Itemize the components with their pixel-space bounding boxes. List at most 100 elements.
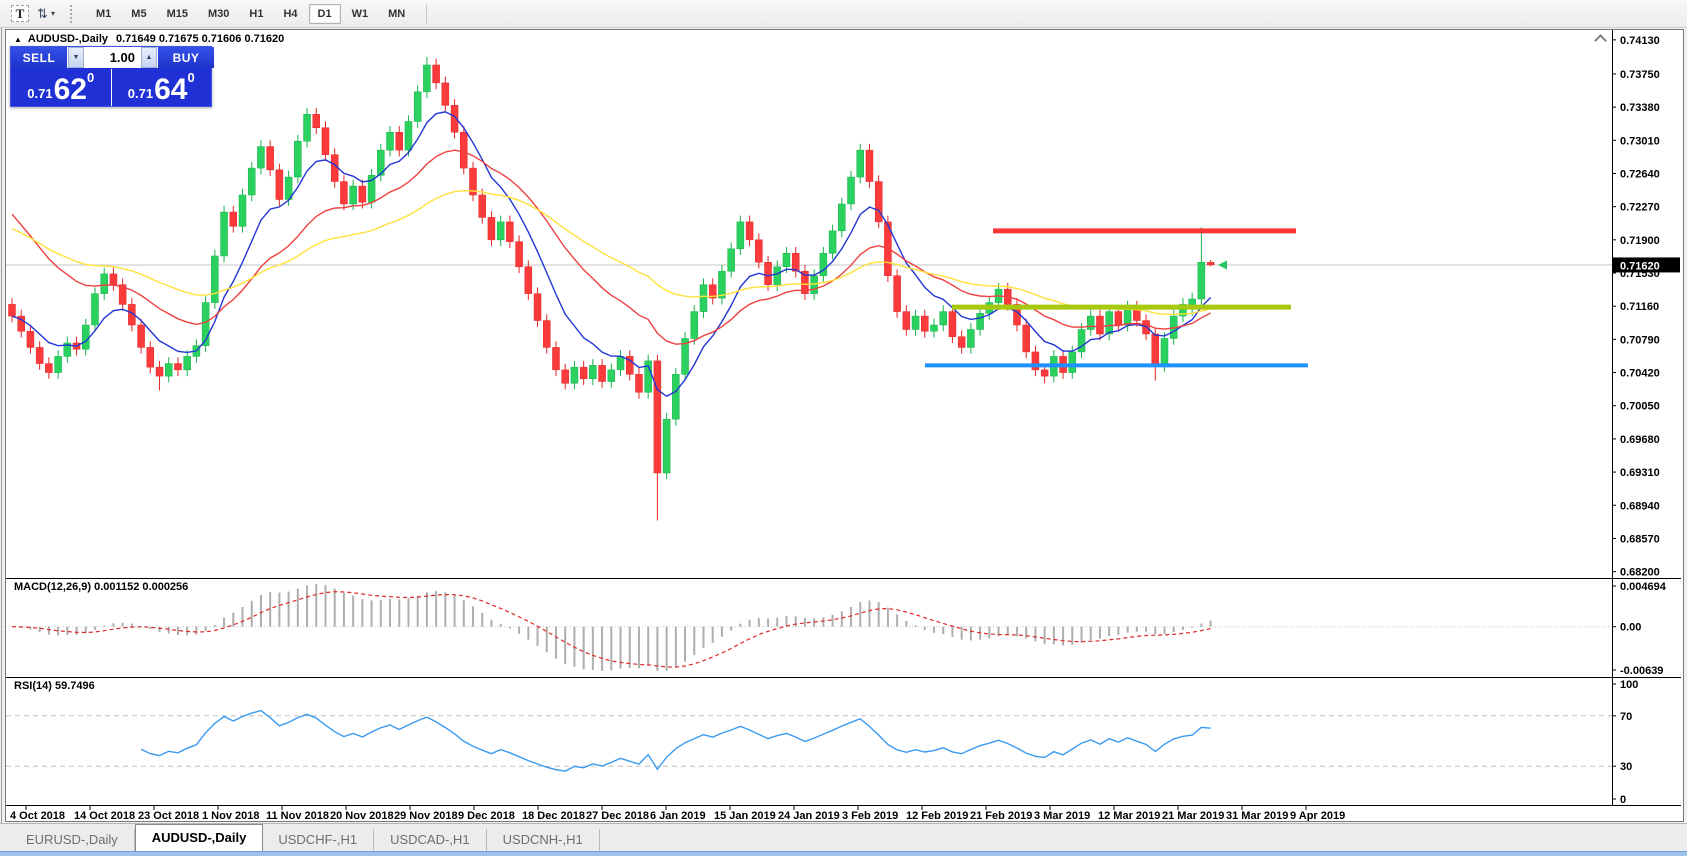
candle-body[interactable] xyxy=(506,222,513,242)
candle-body[interactable] xyxy=(322,128,329,155)
timeframe-button-W1[interactable]: W1 xyxy=(343,4,378,24)
candle-body[interactable] xyxy=(931,325,938,331)
candle-body[interactable] xyxy=(755,240,762,262)
candle-body[interactable] xyxy=(248,168,255,195)
candle-body[interactable] xyxy=(211,256,218,303)
candle-body[interactable] xyxy=(174,364,181,370)
candle-body[interactable] xyxy=(101,274,108,294)
timeframe-button-MN[interactable]: MN xyxy=(379,4,414,24)
timeframe-button-M5[interactable]: M5 xyxy=(122,4,155,24)
candle-body[interactable] xyxy=(608,370,615,382)
candle-body[interactable] xyxy=(1069,352,1076,373)
price-arrow-marker[interactable] xyxy=(1218,260,1227,269)
chart-tab-4[interactable]: USDCNH-,H1 xyxy=(487,829,600,851)
candle-body[interactable] xyxy=(230,212,237,226)
candle-body[interactable] xyxy=(1152,334,1159,365)
candle-body[interactable] xyxy=(1106,312,1113,334)
candle-body[interactable] xyxy=(304,114,311,141)
candle-body[interactable] xyxy=(442,83,449,105)
candle-body[interactable] xyxy=(82,325,89,349)
chart-tab-0[interactable]: EURUSD-,Daily xyxy=(10,829,135,851)
candle-body[interactable] xyxy=(460,132,467,168)
candle-body[interactable] xyxy=(829,231,836,253)
candle-body[interactable] xyxy=(838,204,845,231)
candle-body[interactable] xyxy=(1115,312,1122,325)
volume-decrease-button[interactable]: ▼ xyxy=(68,47,84,68)
candle-body[interactable] xyxy=(267,147,274,170)
candle-body[interactable] xyxy=(589,365,596,378)
candle-body[interactable] xyxy=(562,370,569,383)
candle-body[interactable] xyxy=(156,367,163,376)
candle-body[interactable] xyxy=(940,312,947,325)
candle-body[interactable] xyxy=(239,195,246,226)
candle-body[interactable] xyxy=(516,242,523,267)
candle-body[interactable] xyxy=(958,337,965,348)
chart-tab-1[interactable]: AUDUSD-,Daily xyxy=(135,824,264,851)
candle-body[interactable] xyxy=(1189,299,1196,304)
candle-body[interactable] xyxy=(866,150,873,181)
chart-tab-2[interactable]: USDCHF-,H1 xyxy=(262,829,374,851)
candle-body[interactable] xyxy=(580,367,587,379)
candle-body[interactable] xyxy=(414,92,421,122)
candle-body[interactable] xyxy=(691,312,698,339)
candle-body[interactable] xyxy=(765,262,772,284)
candle-body[interactable] xyxy=(1161,338,1168,365)
candle-body[interactable] xyxy=(635,374,642,392)
buy-button[interactable]: BUY xyxy=(158,47,214,68)
volume-increase-button[interactable]: ▲ xyxy=(141,47,157,68)
candle-body[interactable] xyxy=(912,316,919,329)
candle-body[interactable] xyxy=(543,321,550,348)
candle-body[interactable] xyxy=(949,312,956,337)
candle-body[interactable] xyxy=(221,212,228,256)
candle-body[interactable] xyxy=(921,316,928,331)
candle-body[interactable] xyxy=(257,147,264,169)
candle-body[interactable] xyxy=(875,182,882,222)
candle-body[interactable] xyxy=(783,253,790,266)
timeframe-button-D1[interactable]: D1 xyxy=(309,4,341,24)
candle-body[interactable] xyxy=(350,186,357,204)
candle-body[interactable] xyxy=(294,141,301,177)
candle-body[interactable] xyxy=(27,331,34,347)
candle-body[interactable] xyxy=(617,356,624,369)
candle-body[interactable] xyxy=(552,347,559,369)
candle-body[interactable] xyxy=(1096,316,1103,334)
candle-body[interactable] xyxy=(331,155,338,182)
candle-body[interactable] xyxy=(340,182,347,204)
candle-body[interactable] xyxy=(774,267,781,285)
candle-body[interactable] xyxy=(497,222,504,240)
candle-body[interactable] xyxy=(848,177,855,204)
candle-body[interactable] xyxy=(1207,262,1214,265)
candle-body[interactable] xyxy=(700,285,707,312)
candle-body[interactable] xyxy=(184,356,191,369)
sell-button[interactable]: SELL xyxy=(11,47,67,68)
buy-price-button[interactable]: 0.71 64 0 xyxy=(112,69,212,106)
candle-body[interactable] xyxy=(423,65,430,92)
candle-body[interactable] xyxy=(599,365,606,381)
candle-body[interactable] xyxy=(1023,325,1030,352)
price-chart-canvas[interactable]: 0.741300.737500.733800.730100.726400.722… xyxy=(6,30,1681,821)
candle-body[interactable] xyxy=(903,312,910,330)
ma-mid-red[interactable] xyxy=(12,150,1211,344)
candle-body[interactable] xyxy=(1087,316,1094,329)
arrange-tool-button[interactable]: ⇅ ▾ xyxy=(34,3,58,25)
candle-body[interactable] xyxy=(857,150,864,177)
candle-body[interactable] xyxy=(396,132,403,150)
timeframe-button-H1[interactable]: H1 xyxy=(240,4,272,24)
candle-body[interactable] xyxy=(165,364,172,377)
candle-body[interactable] xyxy=(433,65,440,83)
candle-body[interactable] xyxy=(728,249,735,271)
sell-price-button[interactable]: 0.71 62 0 xyxy=(11,69,111,106)
text-tool-button[interactable]: T xyxy=(8,3,32,25)
candle-body[interactable] xyxy=(967,330,974,348)
volume-input[interactable] xyxy=(85,47,140,68)
candle-body[interactable] xyxy=(387,132,394,150)
candle-body[interactable] xyxy=(91,294,98,325)
candle-body[interactable] xyxy=(313,114,320,127)
candle-body[interactable] xyxy=(654,361,661,473)
candle-body[interactable] xyxy=(737,222,744,249)
candle-body[interactable] xyxy=(479,195,486,217)
candle-body[interactable] xyxy=(405,121,412,150)
ma-fast-blue[interactable] xyxy=(12,112,1211,396)
candle-body[interactable] xyxy=(110,274,117,285)
candle-body[interactable] xyxy=(894,276,901,312)
